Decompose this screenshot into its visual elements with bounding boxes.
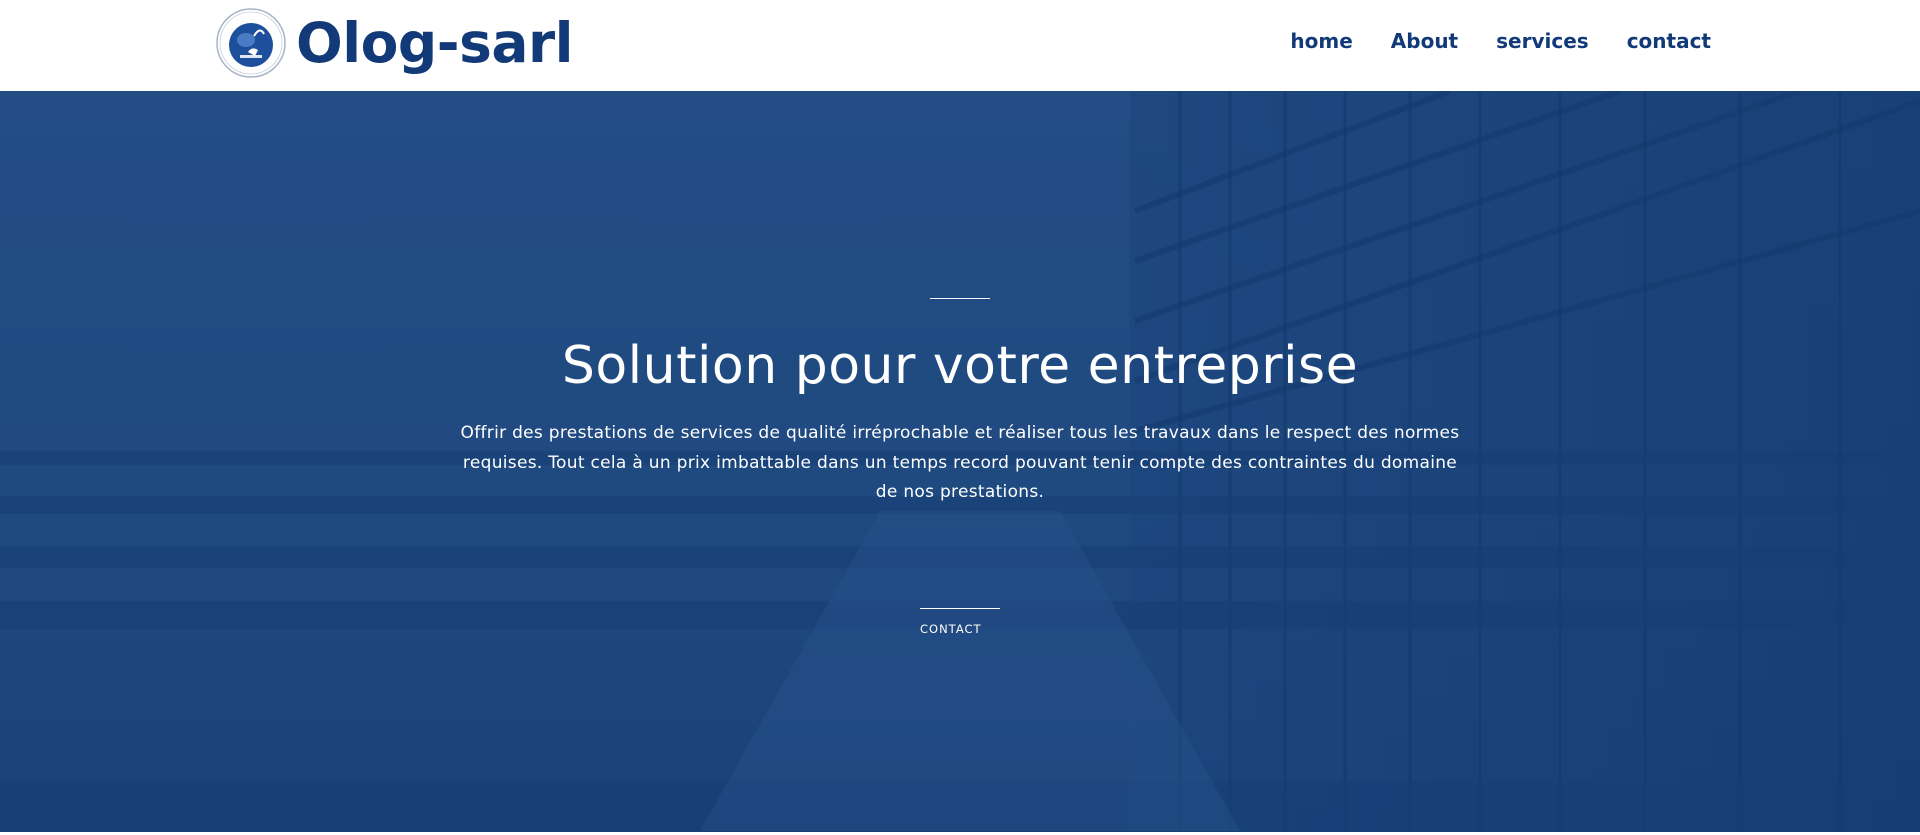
contact-cta-link[interactable]: CONTACT [920,622,982,636]
brand-name: Olog-sarl [296,11,573,75]
nav-home[interactable]: home [1290,26,1352,56]
hero-content: Solution pour votre entreprise Offrir de… [0,91,1920,832]
nav-contact[interactable]: contact [1627,26,1711,56]
site-header: Olog-sarl home About services contact [0,0,1920,91]
hero-title: Solution pour votre entreprise [561,336,1359,396]
hero-description: Offrir des prestations de services de qu… [460,423,1460,502]
brand-link[interactable]: Olog-sarl [216,8,573,78]
main-nav: home About services contact [1290,26,1711,56]
cta-divider [920,608,1000,609]
hero-section: Solution pour votre entreprise Offrir de… [0,91,1920,832]
nav-about[interactable]: About [1391,26,1458,56]
nav-services[interactable]: services [1496,26,1589,56]
title-divider [930,298,990,299]
globe-logo-icon [216,8,286,78]
